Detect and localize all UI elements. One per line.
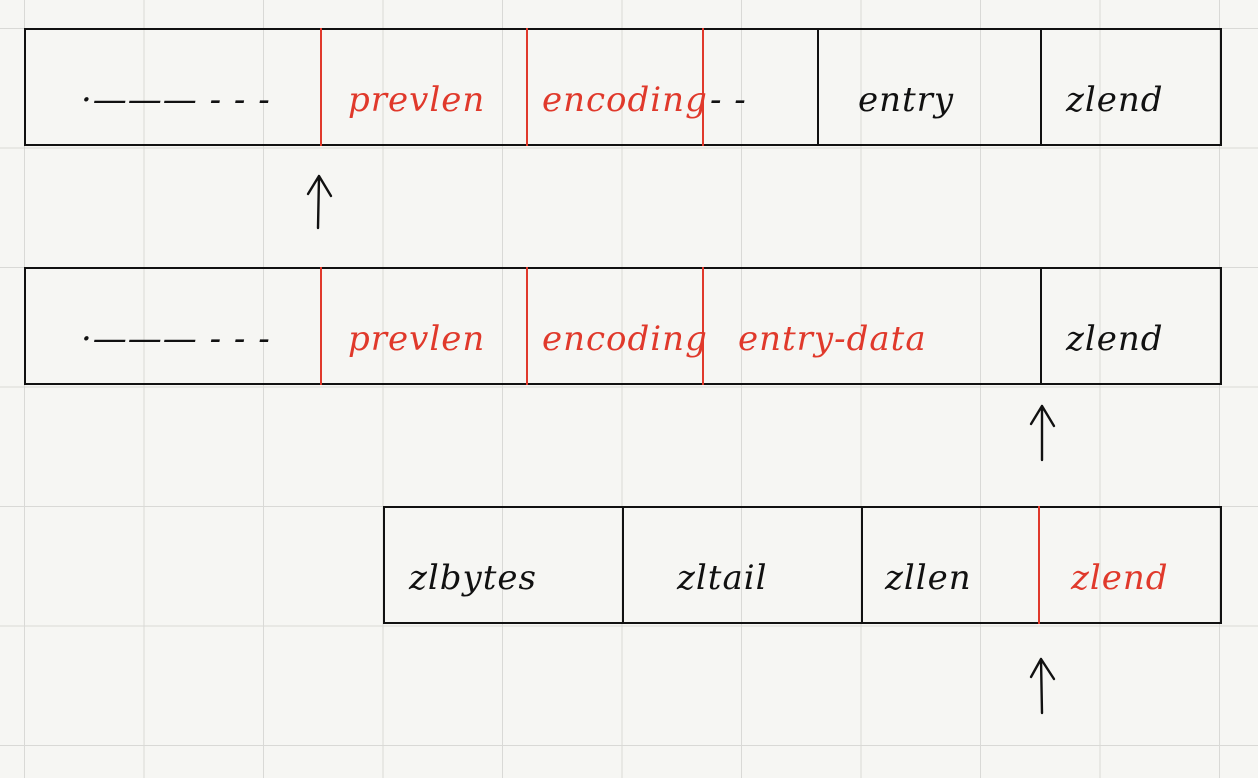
ziplist-row-1: ·——— - - - prevlen encoding - - entry zl… (24, 28, 1222, 146)
divider (1038, 506, 1040, 624)
zltail-field: zltail (677, 558, 768, 598)
ziplist-row-2: ·——— - - - prevlen encoding entry-data z… (24, 267, 1222, 385)
ziplist-header-row: zlbytes zltail zllen zlend (383, 506, 1222, 624)
zllen-field: zllen (885, 558, 972, 598)
encoding-field: encoding (542, 80, 708, 120)
prevlen-field: prevlen (348, 80, 486, 120)
up-arrow-icon (1029, 657, 1056, 715)
elided-data: - - (710, 80, 747, 120)
entry-data-field: entry-data (738, 319, 927, 359)
zlend-field: zlend (1066, 319, 1164, 359)
elided-entries: ·——— - - - (81, 80, 271, 120)
zlend-field: zlend (1071, 558, 1169, 598)
divider (622, 506, 624, 624)
zlbytes-field: zlbytes (409, 558, 537, 598)
divider (702, 267, 704, 385)
divider (320, 28, 322, 146)
up-arrow-icon (306, 174, 333, 230)
divider (320, 267, 322, 385)
up-arrow-icon (1029, 404, 1056, 462)
zlend-field: zlend (1066, 80, 1164, 120)
divider (1040, 28, 1042, 146)
elided-entries: ·——— - - - (81, 319, 271, 359)
divider (817, 28, 819, 146)
divider (526, 28, 528, 146)
prevlen-field: prevlen (348, 319, 486, 359)
divider (1040, 267, 1042, 385)
entry-field: entry (858, 80, 955, 120)
encoding-field: encoding (542, 319, 708, 359)
divider (702, 28, 704, 146)
divider (861, 506, 863, 624)
divider (526, 267, 528, 385)
